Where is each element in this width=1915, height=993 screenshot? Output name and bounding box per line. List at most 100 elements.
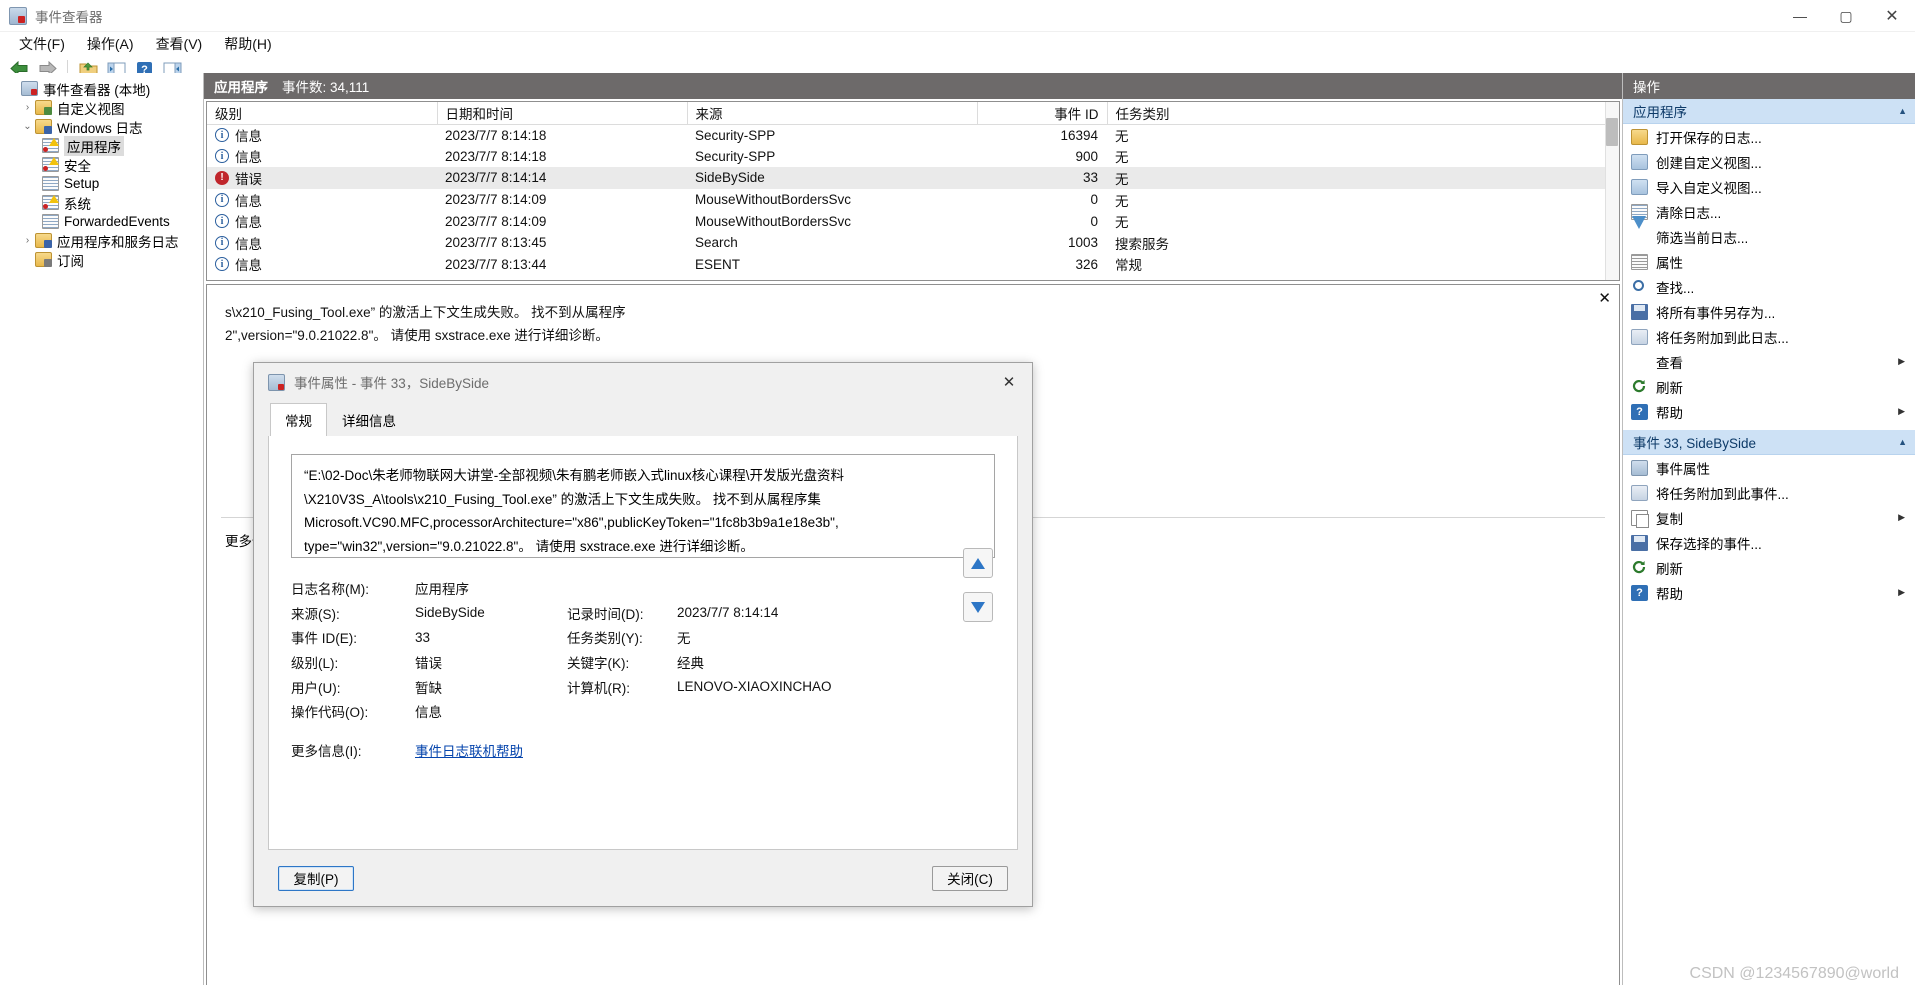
table-row[interactable]: i 信息 2023/7/7 8:13:44 ESENT 326 常规 — [207, 254, 1619, 276]
chevron-right-icon[interactable]: ▶ — [1898, 406, 1905, 417]
copy-icon — [1631, 509, 1649, 528]
action-open-saved-log[interactable]: 打开保存的日志... — [1623, 124, 1915, 149]
action-label: 筛选当前日志... — [1656, 230, 1749, 246]
scrollbar-thumb[interactable] — [1606, 118, 1618, 146]
tree-item-setup[interactable]: Setup — [0, 174, 203, 193]
chevron-up-icon[interactable]: ▲ — [1898, 437, 1907, 447]
action-label: 清除日志... — [1656, 205, 1722, 221]
field-row: 操作代码(O): 信息 — [291, 699, 995, 724]
action-find[interactable]: 查找... — [1623, 274, 1915, 299]
field-value: 33 — [415, 629, 431, 645]
cell-level: 错误 — [235, 171, 262, 187]
tree-twisty[interactable]: › — [20, 102, 35, 113]
event-message-box[interactable]: “E:\02-Doc\朱老师物联网大讲堂-全部视频\朱有鹏老师嵌入式linux核… — [291, 454, 995, 558]
action-clear-log[interactable]: 清除日志... — [1623, 199, 1915, 224]
maximize-button[interactable]: ▢ — [1823, 0, 1869, 32]
tree-item-forwarded-events[interactable]: ForwardedEvents — [0, 212, 203, 231]
minimize-button[interactable]: — — [1777, 0, 1823, 32]
action-save-all-events[interactable]: 将所有事件另存为... — [1623, 299, 1915, 324]
action-create-custom-view[interactable]: 创建自定义视图... — [1623, 149, 1915, 174]
action-label: 刷新 — [1656, 380, 1683, 396]
column-header-datetime[interactable]: 日期和时间 — [437, 102, 688, 125]
action-label: 事件属性 — [1656, 461, 1710, 477]
tree-twisty[interactable]: › — [20, 235, 35, 246]
action-view[interactable]: 查看 ▶ — [1623, 349, 1915, 374]
action-refresh-log[interactable]: 刷新 — [1623, 374, 1915, 399]
list-group-header: 应用程序 事件数: 34,111 — [204, 73, 1622, 99]
tree-item-application[interactable]: 应用程序 — [0, 135, 203, 156]
menu-help[interactable]: 帮助(H) — [213, 32, 282, 56]
action-attach-task-to-log[interactable]: 将任务附加到此日志... — [1623, 324, 1915, 349]
action-properties[interactable]: 属性 — [1623, 249, 1915, 274]
action-filter-current-log[interactable]: 筛选当前日志... — [1623, 215, 1915, 249]
action-help-event[interactable]: ? 帮助 ▶ — [1623, 580, 1915, 605]
action-label: 创建自定义视图... — [1656, 155, 1762, 171]
action-copy[interactable]: 复制 ▶ — [1623, 505, 1915, 530]
chevron-right-icon[interactable]: ▶ — [1898, 512, 1905, 523]
tree-item-label: 应用程序和服务日志 — [57, 234, 179, 250]
detail-close-icon[interactable]: ✕ — [1598, 289, 1611, 307]
event-list-scrollbar[interactable] — [1605, 102, 1619, 280]
tree-item-security[interactable]: 安全 — [0, 155, 203, 174]
actions-group-label: 应用程序 — [1633, 105, 1687, 120]
actions-group-event[interactable]: 事件 33, SideBySide ▲ — [1623, 430, 1915, 455]
column-header-level[interactable]: 级别 — [207, 102, 438, 125]
tree-item-event-viewer[interactable]: 事件查看器 (本地) — [0, 79, 203, 98]
table-row[interactable]: i 信息 2023/7/7 8:14:09 MouseWithoutBorders… — [207, 210, 1619, 232]
table-row[interactable]: i 信息 2023/7/7 8:13:45 Search 1003 搜索服务 — [207, 232, 1619, 254]
actions-group-application[interactable]: 应用程序 ▲ — [1623, 99, 1915, 124]
dialog-title: 事件属性 - 事件 33，SideBySide — [294, 376, 490, 391]
column-header-task-category[interactable]: 任务类别 — [1107, 102, 1619, 125]
field-label-2: 计算机(R): — [567, 680, 630, 696]
menu-file[interactable]: 文件(F) — [8, 32, 76, 56]
action-refresh-event[interactable]: 刷新 — [1623, 555, 1915, 580]
next-event-button[interactable] — [963, 592, 993, 622]
tree-item-label: 订阅 — [57, 253, 84, 269]
detail-message: s\x210_Fusing_Tool.exe” 的激活上下文生成失败。 找不到从… — [207, 285, 1619, 347]
table-row[interactable]: i 信息 2023/7/7 8:14:18 Security-SPP 16394 … — [207, 124, 1619, 146]
copy-button[interactable]: 复制(P) — [278, 865, 354, 891]
table-row[interactable]: i 信息 2023/7/7 8:14:09 MouseWithoutBorders… — [207, 189, 1619, 211]
column-header-event-id[interactable]: 事件 ID — [977, 102, 1108, 125]
action-attach-task-to-event[interactable]: 将任务附加到此事件... — [1623, 480, 1915, 505]
find-icon — [1631, 279, 1648, 295]
field-value-2: 经典 — [677, 656, 704, 672]
table-row[interactable]: i 信息 2023/7/7 8:14:18 Security-SPP 900 无 — [207, 146, 1619, 168]
save-icon — [1631, 534, 1648, 551]
cell-level: 信息 — [235, 258, 262, 274]
cell-source: MouseWithoutBordersSvc — [695, 213, 852, 229]
dialog-close-button[interactable]: ✕ — [996, 371, 1022, 393]
chevron-up-icon[interactable]: ▲ — [1898, 106, 1907, 116]
close-button[interactable]: ✕ — [1869, 0, 1915, 32]
blank-icon — [1631, 354, 1648, 370]
tree-item-label: ForwardedEvents — [64, 214, 170, 229]
info-icon: i — [215, 192, 229, 207]
chevron-right-icon[interactable]: ▶ — [1898, 356, 1905, 367]
tab-details[interactable]: 详细信息 — [327, 403, 411, 436]
action-label: 查看 — [1656, 355, 1683, 371]
chevron-right-icon[interactable]: ▶ — [1898, 587, 1905, 598]
column-header-source[interactable]: 来源 — [687, 102, 978, 125]
more-info-link[interactable]: 事件日志联机帮助 — [415, 740, 523, 760]
menu-view[interactable]: 查看(V) — [145, 32, 214, 56]
menu-action[interactable]: 操作(A) — [76, 32, 145, 56]
close-dialog-button[interactable]: 关闭(C) — [932, 865, 1008, 891]
action-event-properties[interactable]: 事件属性 — [1623, 455, 1915, 480]
cell-event-id: 0 — [1090, 192, 1098, 208]
action-label: 属性 — [1656, 255, 1683, 271]
folder-icon — [35, 233, 52, 248]
tree-item-system[interactable]: 系统 — [0, 193, 203, 212]
tree-item-custom-views[interactable]: › 自定义视图 — [0, 98, 203, 117]
tab-general[interactable]: 常规 — [270, 403, 327, 436]
tree-item-subscriptions[interactable]: 订阅 — [0, 250, 203, 269]
action-help-log[interactable]: ? 帮助 ▶ — [1623, 399, 1915, 424]
table-row[interactable]: ! 错误 2023/7/7 8:14:14 SideBySide 33 无 — [207, 167, 1619, 189]
tree-item-app-and-service-logs[interactable]: › 应用程序和服务日志 — [0, 231, 203, 250]
tree-twisty[interactable]: ⌄ — [20, 121, 35, 132]
cell-level: 信息 — [235, 150, 262, 166]
previous-event-button[interactable] — [963, 548, 993, 578]
action-import-custom-view[interactable]: 导入自定义视图... — [1623, 174, 1915, 199]
tree-item-windows-logs[interactable]: ⌄ Windows 日志 — [0, 117, 203, 136]
cell-source: MouseWithoutBordersSvc — [695, 192, 852, 208]
action-save-selected-events[interactable]: 保存选择的事件... — [1623, 530, 1915, 555]
